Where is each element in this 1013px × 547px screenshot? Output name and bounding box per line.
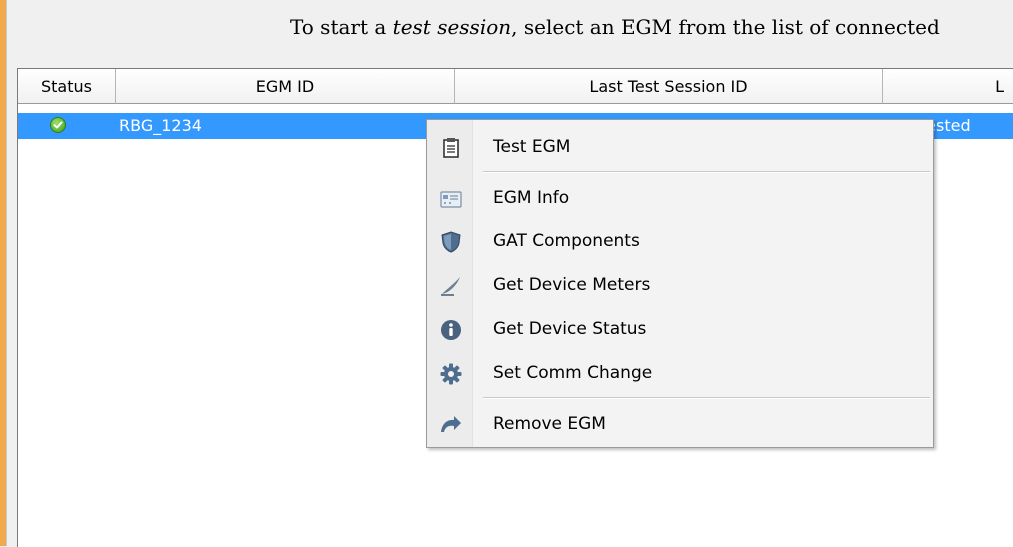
- menu-item-label: Get Device Meters: [493, 275, 651, 295]
- menu-item-label: Test EGM: [493, 137, 571, 157]
- menu-item-label: EGM Info: [493, 188, 570, 208]
- menu-item-test-egm[interactable]: Test EGM: [427, 127, 933, 167]
- egm-id-cell: RBG_1234: [119, 116, 202, 135]
- menu-item-get-device-meters[interactable]: Get Device Meters: [427, 265, 933, 305]
- instruction-text: To start a test session, select an EGM f…: [20, 15, 1013, 45]
- instruction-prefix: To start a: [290, 15, 393, 39]
- menu-item-label: Get Device Status: [493, 319, 647, 339]
- menu-item-label: GAT Components: [493, 231, 640, 251]
- info-circle-icon: [440, 319, 462, 341]
- meter-needle-icon: [440, 275, 462, 297]
- column-header-egm-id[interactable]: EGM ID: [116, 69, 455, 104]
- menu-item-label: Remove EGM: [493, 414, 606, 434]
- table-header-row: Status EGM ID Last Test Session ID L: [18, 69, 1013, 105]
- menu-item-get-device-status[interactable]: Get Device Status: [427, 309, 933, 349]
- window-left-border: [6, 0, 7, 546]
- status-cell: [18, 113, 116, 139]
- context-menu: Test EGM EGM Info GAT Components Get Dev…: [426, 119, 934, 448]
- clipboard-icon: [440, 137, 462, 159]
- remove-arrow-icon: [440, 414, 462, 436]
- menu-item-egm-info[interactable]: EGM Info: [427, 178, 933, 218]
- gear-icon: [440, 363, 462, 385]
- menu-separator: [483, 397, 930, 399]
- instruction-suffix: , select an EGM from the list of connect…: [511, 15, 940, 39]
- instruction-emphasis: test session: [392, 15, 512, 39]
- column-header-status[interactable]: Status: [18, 69, 116, 104]
- menu-item-gat-components[interactable]: GAT Components: [427, 221, 933, 261]
- shield-icon: [440, 231, 462, 253]
- column-header-last-test-session-id[interactable]: Last Test Session ID: [455, 69, 883, 104]
- check-circle-icon: [50, 117, 66, 133]
- menu-item-remove-egm[interactable]: Remove EGM: [427, 404, 933, 444]
- column-header-last-result[interactable]: L: [883, 69, 1013, 104]
- info-card-icon: [440, 188, 462, 210]
- menu-item-label: Set Comm Change: [493, 363, 653, 383]
- menu-separator: [483, 171, 930, 173]
- menu-item-set-comm-change[interactable]: Set Comm Change: [427, 353, 933, 393]
